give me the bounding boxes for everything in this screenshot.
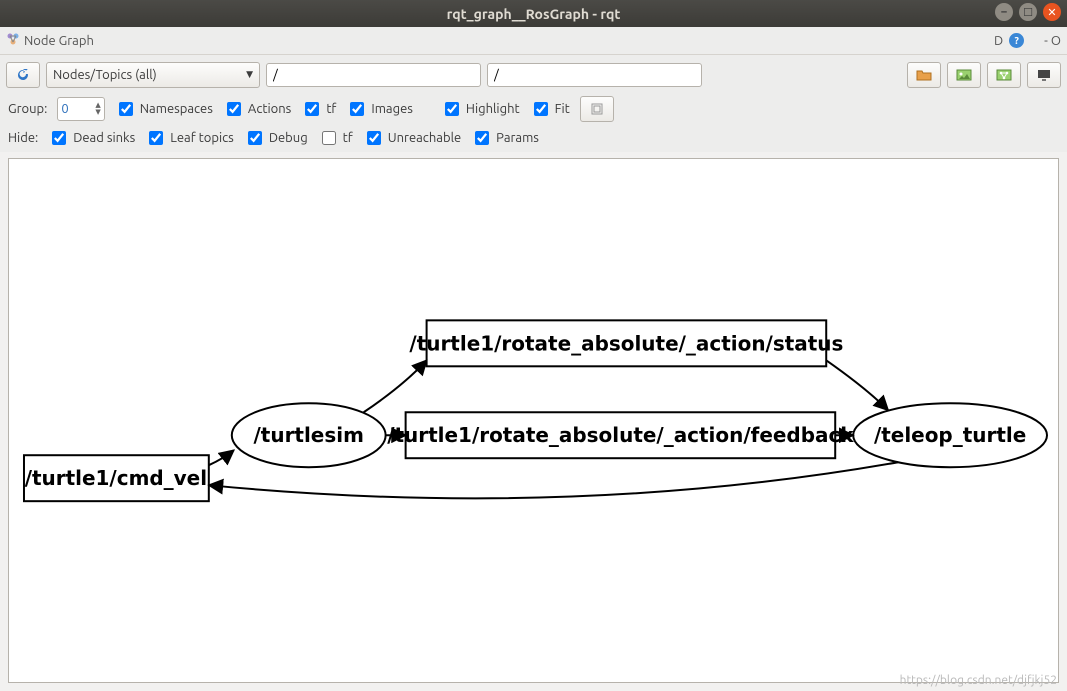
namespaces-checkbox-input[interactable] [119, 102, 133, 116]
filter-mode-value: Nodes/Topics (all) [53, 68, 157, 82]
fit-checkbox[interactable]: Fit [530, 99, 570, 119]
fit-checkbox-input[interactable] [534, 102, 548, 116]
group-depth-input[interactable] [58, 99, 92, 119]
window-minimize-button[interactable]: – [995, 3, 1013, 21]
save-dot-button[interactable] [987, 62, 1021, 88]
dead-sinks-checkbox[interactable]: Dead sinks [48, 128, 135, 148]
screen-icon [1036, 67, 1052, 83]
actions-checkbox-input[interactable] [227, 102, 241, 116]
plugin-icon [6, 32, 20, 49]
spinner-down-icon[interactable]: ▼ [95, 109, 100, 116]
plugin-title-text: Node Graph [24, 34, 94, 48]
edge-cmdvel-turtlesim [209, 451, 234, 466]
node-action-status-label: /turtle1/rotate_absolute/_action/status [409, 332, 843, 356]
refresh-button[interactable] [6, 62, 40, 88]
params-checkbox[interactable]: Params [471, 128, 539, 148]
settings-button[interactable] [1027, 62, 1061, 88]
filter-mode-select[interactable]: Nodes/Topics (all) ▼ [46, 62, 260, 88]
images-checkbox[interactable]: Images [346, 99, 413, 119]
folder-open-icon [916, 67, 932, 83]
window-controls: – ☐ ✕ [995, 3, 1061, 21]
node-cmd-vel-label: /turtle1/cmd_vel [25, 467, 207, 491]
highlight-checkbox-input[interactable] [445, 102, 459, 116]
save-image-icon [956, 67, 972, 83]
plugin-header: Node Graph D ? - O [0, 27, 1067, 55]
dock-hint[interactable]: D [994, 34, 1003, 48]
refresh-icon [15, 67, 31, 83]
highlight-checkbox[interactable]: Highlight [441, 99, 520, 119]
debug-checkbox[interactable]: Debug [244, 128, 308, 148]
toolbar: Nodes/Topics (all) ▼ [0, 55, 1067, 94]
edge-turtlesim-status [364, 361, 427, 413]
tf-hide-checkbox[interactable]: tf [318, 128, 353, 148]
group-depth-spinner[interactable]: ▲▼ [57, 97, 104, 121]
unreachable-checkbox-input[interactable] [367, 131, 381, 145]
window-close-button[interactable]: ✕ [1043, 3, 1061, 21]
actions-checkbox[interactable]: Actions [223, 99, 291, 119]
images-checkbox-input[interactable] [350, 102, 364, 116]
group-label: Group: [8, 102, 47, 116]
watermark-text: https://blog.csdn.net/djfjkj52 [900, 674, 1057, 687]
tf-group-checkbox-input[interactable] [305, 102, 319, 116]
ros-graph-svg: /turtle1/cmd_vel /turtlesim /turtle1/rot… [9, 159, 1058, 682]
hide-options-row: Hide: Dead sinks Leaf topics Debug tf Un… [0, 123, 1067, 152]
plugin-title: Node Graph [6, 32, 94, 49]
topic-filter-input[interactable] [487, 63, 702, 87]
node-action-feedback-label: /turtle1/rotate_absolute/_action/feedbac… [387, 424, 854, 448]
debug-checkbox-input[interactable] [248, 131, 262, 145]
node-teleop-turtle-label: /teleop_turtle [874, 424, 1026, 448]
namespaces-checkbox[interactable]: Namespaces [115, 99, 213, 119]
menu-hint[interactable]: - O [1044, 34, 1061, 48]
dead-sinks-checkbox-input[interactable] [52, 131, 66, 145]
help-icon[interactable]: ? [1009, 33, 1024, 48]
tf-group-checkbox[interactable]: tf [301, 99, 336, 119]
chevron-down-icon: ▼ [246, 69, 253, 80]
window-title: rqt_graph__RosGraph - rqt [0, 6, 1067, 22]
hide-label: Hide: [8, 131, 38, 145]
leaf-topics-checkbox[interactable]: Leaf topics [145, 128, 234, 148]
graph-canvas[interactable]: /turtle1/cmd_vel /turtlesim /turtle1/rot… [8, 158, 1059, 683]
save-graph-icon [996, 67, 1012, 83]
window-maximize-button[interactable]: ☐ [1019, 3, 1037, 21]
edge-status-teleop [826, 361, 888, 411]
tf-hide-checkbox-input[interactable] [322, 131, 336, 145]
save-button[interactable] [947, 62, 981, 88]
fit-view-button[interactable] [580, 96, 614, 122]
node-turtlesim-label: /turtlesim [254, 424, 364, 448]
window-titlebar: rqt_graph__RosGraph - rqt – ☐ ✕ [0, 0, 1067, 27]
fit-icon [591, 103, 603, 115]
params-checkbox-input[interactable] [475, 131, 489, 145]
node-filter-input[interactable] [266, 63, 481, 87]
leaf-topics-checkbox-input[interactable] [149, 131, 163, 145]
unreachable-checkbox[interactable]: Unreachable [363, 128, 461, 148]
group-options-row: Group: ▲▼ Namespaces Actions tf Images H… [0, 94, 1067, 123]
open-button[interactable] [907, 62, 941, 88]
